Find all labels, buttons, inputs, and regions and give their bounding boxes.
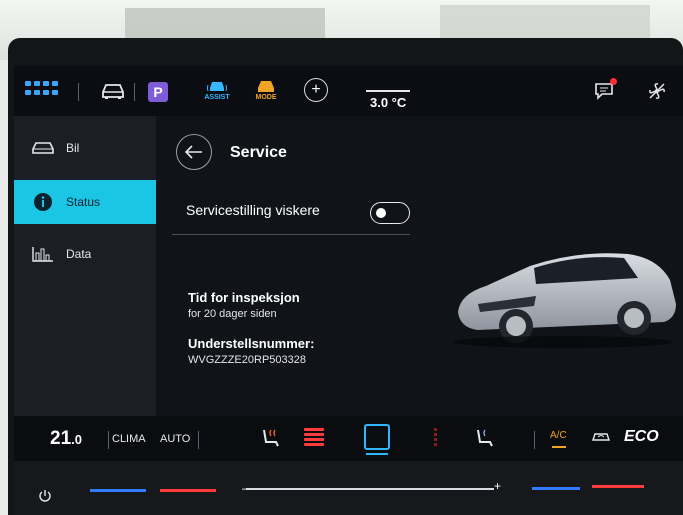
active-indicator [366,453,388,455]
cabin-temperature[interactable]: 21.0 [50,428,82,450]
assist-button[interactable]: ASSIST [198,74,236,106]
inspection-detail: for 20 dager siden [188,308,277,320]
sidebar-item-label: Status [66,195,101,209]
info-icon [30,192,56,212]
bar-chart-icon [30,244,56,264]
toggle-knob [376,208,386,218]
sidebar-item-status[interactable]: Status [14,180,156,224]
vehicle-image [453,253,676,348]
assist-label: ASSIST [204,94,230,101]
service-panel: Service Servicestilling viskere Tid for … [156,116,683,416]
wiper-service-label: Servicestilling viskere [186,202,320,218]
messages-icon[interactable] [593,78,617,101]
wiper-service-toggle[interactable] [370,202,410,224]
seat-heating-left-icon[interactable] [258,426,280,450]
outside-temperature: 3.0 °C [366,90,412,110]
sidebar-item-bil[interactable]: Bil [14,126,156,170]
sidebar: Bil Status Data [14,116,156,416]
steering-heat-icon[interactable] [434,428,437,446]
ac-button[interactable]: A/C [550,430,567,441]
sidebar-item-label: Bil [66,141,80,155]
notification-dot [610,78,617,85]
back-button[interactable] [176,134,212,170]
divider [108,431,109,449]
page-title: Service [230,144,287,161]
add-shortcut-button[interactable]: + [304,78,328,102]
sidebar-item-data[interactable]: Data [14,232,156,276]
windshield-defrost-icon[interactable] [364,424,390,450]
outside-temperature-value: 3.0 °C [370,95,407,110]
divider [78,83,79,101]
back-arrow-icon [185,145,202,159]
cabin-temperature-whole: 21 [50,428,72,449]
volume-slider[interactable] [246,488,494,490]
car-icon [30,138,56,158]
seat-heating-right-icon[interactable] [474,426,496,450]
volume-up-icon[interactable]: + [494,479,501,493]
divider [134,83,135,101]
parking-button[interactable]: P [148,82,168,102]
mode-button[interactable]: MODE [250,74,282,106]
power-icon[interactable] [38,489,52,503]
cabin-temperature-decimal: .0 [71,432,82,447]
mode-car-icon [258,81,274,92]
fan-off-icon[interactable] [646,80,668,102]
rear-defrost-icon[interactable] [304,428,324,446]
mode-label: MODE [255,94,277,101]
ac-active-indicator [552,446,566,448]
car-icon[interactable] [100,79,126,101]
divider [534,431,535,449]
recirculation-icon[interactable] [590,428,612,446]
divider [198,431,199,449]
top-bar: P ASSIST MODE + 3.0 °C [14,66,683,116]
vin-value: WVGZZZE20RP503328 [188,354,306,366]
app-grid-icon[interactable] [24,80,58,96]
right-temp-slider-warm[interactable] [592,485,644,488]
left-temp-slider-cold[interactable] [90,489,146,492]
left-temp-slider-warm[interactable] [160,489,216,492]
climate-bar: 21.0 CLIMA AUTO A/C ECO [14,416,683,461]
vin-heading: Understellsnummer: [188,336,315,351]
clima-button[interactable]: CLIMA [112,433,146,445]
sidebar-item-label: Data [66,247,92,261]
temperature-bar [366,90,410,92]
divider [172,234,410,235]
infotainment-screen: P ASSIST MODE + 3.0 °C Bil Status Data S… [14,66,683,461]
touch-slider-strip: – + [14,461,683,515]
right-temp-slider-cold[interactable] [532,487,580,490]
inspection-heading: Tid for inspeksjon [188,290,300,305]
assist-car-icon [207,82,227,92]
eco-button[interactable]: ECO [624,428,659,446]
auto-button[interactable]: AUTO [160,433,190,445]
